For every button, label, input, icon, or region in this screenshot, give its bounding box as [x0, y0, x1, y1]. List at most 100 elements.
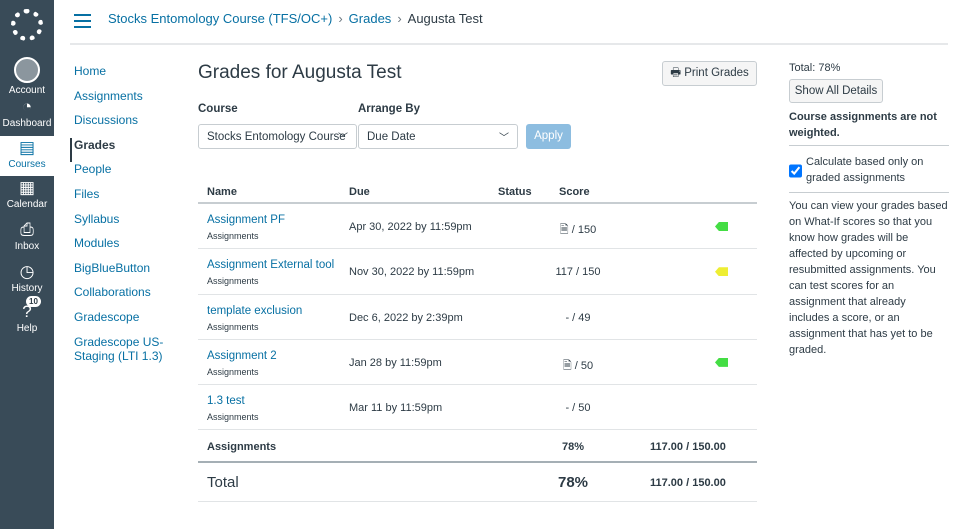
divider — [70, 43, 948, 45]
breadcrumb: Stocks Entomology Course (TFS/OC+) › Grade… — [108, 11, 483, 26]
global-nav-account[interactable]: Account — [0, 55, 54, 96]
score: 117 / 150 — [538, 266, 618, 278]
score: - / 49 — [538, 312, 618, 324]
status-flag-icon — [715, 222, 728, 231]
assignment-category: Assignments — [207, 321, 259, 332]
group-total-row: Assignments 78% 117.00 / 150.00 — [198, 430, 757, 464]
total-row: Total 78% 117.00 / 150.00 — [198, 463, 757, 503]
global-nav-calendar[interactable]: ▦ Calendar — [0, 176, 54, 214]
col-score: Score — [559, 186, 590, 198]
assignment-category: Assignments — [207, 366, 259, 377]
show-all-details-button[interactable]: Show All Details — [789, 79, 883, 103]
dashboard-icon: ◔ — [21, 97, 33, 116]
total-points: 117.00 / 150.00 — [650, 477, 726, 490]
weight-note: Course assignments are not weighted. — [789, 109, 949, 146]
assignment-link[interactable]: Assignment External tool — [207, 259, 334, 271]
chevron-down-icon: ﹀ — [338, 133, 348, 144]
table-row: 1.3 test Assignments Mar 11 by 11:59pm - / … — [198, 385, 757, 431]
status-flag-icon — [715, 357, 728, 367]
course-nav-collaborations[interactable]: Collaborations — [74, 285, 164, 310]
courses-icon: ▤ — [18, 138, 36, 157]
global-nav-courses[interactable]: ▤ Courses — [0, 136, 54, 176]
global-nav-label: Dashboard — [2, 118, 52, 129]
calculate-graded-checkbox[interactable] — [789, 156, 802, 186]
table-header: Name Due Status Score — [198, 180, 757, 204]
assignment-link[interactable]: Assignment PF — [207, 214, 285, 226]
course-select[interactable]: Stocks Entomology Course ﹀ — [198, 124, 357, 149]
breadcrumb-current: Augusta Test — [407, 11, 483, 26]
chevron-down-icon: ﹀ — [499, 133, 509, 144]
global-nav-dashboard[interactable]: ◔ Dashboard — [0, 95, 54, 133]
printer-icon: 🖶 — [670, 67, 685, 79]
canvas-logo[interactable] — [11, 9, 43, 41]
due-date: Mar 11 by 11:59pm — [349, 402, 443, 415]
submission-icon: 🗎 — [562, 359, 572, 372]
col-status: Status — [498, 186, 532, 198]
arrange-label: Arrange By — [358, 103, 420, 115]
inbox-icon: ⎙ — [20, 220, 34, 239]
assignment-link[interactable]: template exclusion — [207, 305, 302, 317]
table-row: Assignment PF Assignments Apr 30, 2022 by … — [198, 204, 757, 250]
global-nav-label: Inbox — [14, 241, 40, 252]
assignment-category: Assignments — [207, 231, 259, 241]
course-nav-grades[interactable]: Grades — [70, 137, 164, 163]
score: 🗎 / 150 — [538, 221, 618, 240]
total-label: Total — [207, 474, 239, 492]
course-nav-discussions[interactable]: Discussions — [74, 113, 164, 138]
course-nav-bigbluebutton[interactable]: BigBlueButton — [74, 261, 164, 286]
score-value: 117 / 150 — [555, 266, 601, 279]
history-icon: ◷ — [19, 262, 35, 281]
assignment-link[interactable]: 1.3 test — [207, 395, 245, 407]
score-value: - / 49 — [565, 311, 591, 324]
course-nav-gradescope-us-staging-lti-1-3-[interactable]: Gradescope US-Staging (LTI 1.3) — [74, 335, 164, 363]
due-date: Dec 6, 2022 by 2:39pm — [349, 311, 463, 324]
assignment-category: Assignments — [207, 412, 259, 423]
total-grade: Total: 78% — [789, 62, 841, 74]
due-date: Jan 28 by 11:59pm — [349, 356, 442, 369]
menu-toggle-button[interactable] — [74, 14, 91, 32]
global-nav-label: History — [11, 283, 43, 294]
global-nav-inbox[interactable]: ⎙ Inbox — [0, 218, 54, 256]
global-nav-history[interactable]: ◷ History — [0, 260, 54, 298]
page-title: Grades for Augusta Test — [198, 62, 402, 83]
table-row: Assignment 2 Assignments Jan 28 by 11:59pm… — [198, 340, 757, 386]
calculate-graded-only[interactable]: Calculate based only on graded assignmen… — [789, 154, 949, 186]
score-value: / 50 — [574, 359, 594, 372]
submission-icon: 🗎 — [559, 224, 569, 236]
status-flag-icon — [715, 267, 728, 277]
course-nav-assignments[interactable]: Assignments — [74, 89, 164, 114]
global-nav-help[interactable]: ? 10 Help — [0, 296, 54, 338]
course-nav-syllabus[interactable]: Syllabus — [74, 212, 164, 237]
col-due: Due — [349, 186, 370, 198]
print-grades-button[interactable]: 🖶 Print Grades — [662, 61, 757, 86]
course-label: Course — [198, 103, 238, 115]
course-nav-home[interactable]: Home — [74, 64, 164, 89]
score-value: / 150 — [571, 224, 597, 236]
calendar-icon: ▦ — [18, 178, 36, 197]
group-points: 117.00 / 150.00 — [650, 441, 726, 454]
global-nav-label: Calendar — [6, 199, 48, 210]
apply-button[interactable]: Apply — [526, 124, 571, 149]
course-nav: Home Assignments Discussions Grades People Fi… — [70, 64, 164, 363]
group-label: Assignments — [207, 441, 277, 454]
assignment-link[interactable]: Assignment 2 — [207, 350, 277, 362]
whatif-note: You can view your grades based on What-I… — [789, 192, 949, 358]
course-nav-files[interactable]: Files — [74, 187, 164, 212]
course-nav-modules[interactable]: Modules — [74, 236, 164, 261]
account-icon — [14, 57, 40, 83]
course-nav-gradescope[interactable]: Gradescope — [74, 310, 164, 335]
col-name: Name — [207, 186, 237, 198]
table-row: template exclusion Assignments Dec 6, 2022… — [198, 295, 757, 340]
grade-sidebar: Total: 78% Show All Details Course assig… — [789, 60, 949, 358]
course-nav-people[interactable]: People — [74, 162, 164, 187]
table-row: Assignment External tool Assignments Nov 3… — [198, 249, 757, 295]
breadcrumb-course[interactable]: Stocks Entomology Course (TFS/OC+) — [108, 11, 332, 26]
breadcrumb-grades[interactable]: Grades — [349, 11, 392, 26]
arrange-select[interactable]: Due Date ﹀ — [358, 124, 518, 149]
grades-table: Name Due Status Score Assignment PF Assig… — [198, 180, 757, 503]
global-nav: Account ◔ Dashboard ▤ Courses ▦ Calendar ⎙ Inbox… — [0, 0, 54, 529]
assignment-category: Assignments — [207, 276, 259, 287]
score-value: - / 50 — [565, 402, 591, 415]
total-pct: 78% — [558, 474, 589, 492]
group-pct: 78% — [562, 441, 585, 454]
